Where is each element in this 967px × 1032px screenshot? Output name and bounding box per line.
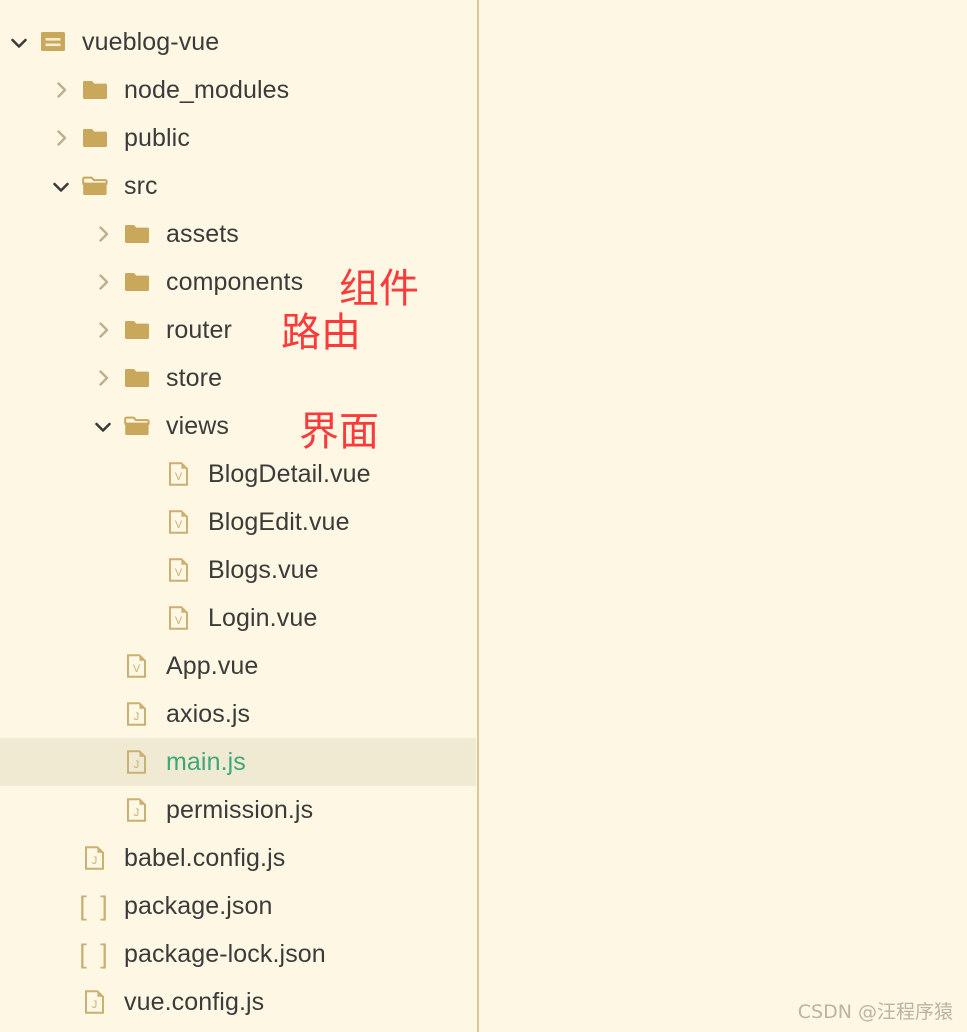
svg-text:J: J (92, 855, 98, 867)
tree-row-label: components (166, 268, 304, 296)
annotation-label: 路由 (281, 310, 361, 356)
tree-row[interactable]: node_modules (0, 66, 476, 114)
tree-row[interactable]: Jbabel.config.js (0, 834, 476, 882)
folder-closed-icon (120, 365, 154, 391)
svg-text:J: J (92, 999, 98, 1011)
tree-row-label: vueblog-vue (82, 28, 220, 56)
tree-row-label: package-lock.json (124, 940, 326, 968)
tree-row[interactable]: router (0, 306, 476, 354)
tree-row[interactable]: vueblog-vue (0, 18, 476, 66)
svg-text:V: V (133, 663, 141, 675)
tree-row[interactable]: Jvue.config.js (0, 978, 476, 1026)
tree-row-label: Blogs.vue (208, 556, 319, 584)
chevron-right-icon[interactable] (90, 365, 116, 391)
pane-divider[interactable] (477, 0, 479, 1032)
tree-row-label: Login.vue (208, 604, 318, 632)
folder-closed-icon (120, 317, 154, 343)
chevron-right-icon[interactable] (90, 221, 116, 247)
tree-row[interactable]: V BlogEdit.vue (0, 498, 476, 546)
tree-row-label: router (166, 316, 232, 344)
svg-text:V: V (175, 615, 183, 627)
json-file-icon: [ ] (79, 890, 111, 921)
tree-row-label: node_modules (124, 76, 290, 104)
tree-row[interactable]: V App.vue (0, 642, 476, 690)
folder-closed-icon (78, 77, 112, 103)
tree-row[interactable]: src (0, 162, 476, 210)
tree-row[interactable]: V Login.vue (0, 594, 476, 642)
tree-row[interactable]: store (0, 354, 476, 402)
folder-closed-icon (120, 269, 154, 295)
tree-row-label: axios.js (166, 700, 251, 728)
tree-row-label: views (166, 412, 230, 440)
annotation-label: 组件 (339, 266, 419, 312)
js-file-icon: J (120, 749, 154, 775)
tree-row[interactable]: public (0, 114, 476, 162)
svg-text:V: V (175, 519, 183, 531)
editor-pane (479, 0, 967, 1032)
tree-row-label: babel.config.js (124, 844, 286, 872)
tree-row-label: public (124, 124, 190, 152)
vue-file-icon: V (120, 653, 154, 679)
file-explorer-window: vueblog-vue node_modulespublic src assets co… (0, 0, 967, 1032)
vue-file-icon: V (162, 509, 196, 535)
tree-row-label: src (124, 172, 158, 200)
project-folder-icon (36, 29, 70, 55)
tree-row[interactable]: Jpermission.js (0, 786, 476, 834)
vue-file-icon: V (162, 605, 196, 631)
js-file-icon: J (120, 797, 154, 823)
chevron-right-icon[interactable] (90, 317, 116, 343)
csdn-watermark: CSDN @汪程序猿 (797, 1001, 953, 1023)
tree-row-label: assets (166, 220, 239, 248)
tree-row[interactable]: V BlogDetail.vue (0, 450, 476, 498)
tree-row[interactable]: views (0, 402, 476, 450)
folder-closed-icon (78, 125, 112, 151)
json-file-icon: [ ] (79, 938, 111, 969)
svg-text:J: J (134, 807, 140, 819)
chevron-down-icon[interactable] (48, 173, 74, 199)
chevron-right-icon[interactable] (90, 269, 116, 295)
svg-text:V: V (175, 471, 183, 483)
chevron-down-icon[interactable] (90, 413, 116, 439)
tree-row-label: store (166, 364, 223, 392)
chevron-right-icon[interactable] (48, 125, 74, 151)
chevron-down-icon[interactable] (6, 29, 32, 55)
tree-row-label: App.vue (166, 652, 259, 680)
folder-open-icon (120, 413, 154, 439)
folder-closed-icon (120, 221, 154, 247)
svg-text:J: J (134, 759, 140, 771)
tree-row[interactable]: assets (0, 210, 476, 258)
svg-text:V: V (175, 567, 183, 579)
project-tree-pane: vueblog-vue node_modulespublic src assets co… (0, 0, 477, 1032)
tree-row[interactable]: V Blogs.vue (0, 546, 476, 594)
tree-row[interactable]: Jaxios.js (0, 690, 476, 738)
tree-row[interactable]: [ ] package-lock.json (0, 930, 476, 978)
chevron-right-icon[interactable] (48, 77, 74, 103)
svg-text:J: J (134, 711, 140, 723)
tree-row-label: package.json (124, 892, 273, 920)
js-file-icon: J (78, 989, 112, 1015)
js-file-icon: J (120, 701, 154, 727)
tree-row-label: permission.js (166, 796, 314, 824)
tree-row-label: BlogDetail.vue (208, 460, 371, 488)
tree-row[interactable]: Jmain.js (0, 738, 476, 786)
tree-row-label: vue.config.js (124, 988, 265, 1016)
tree-row-label: BlogEdit.vue (208, 508, 350, 536)
tree-row-label: main.js (166, 748, 246, 776)
js-file-icon: J (78, 845, 112, 871)
folder-open-icon (78, 173, 112, 199)
annotation-label: 界面 (299, 409, 379, 455)
vue-file-icon: V (162, 461, 196, 487)
vue-file-icon: V (162, 557, 196, 583)
tree-row[interactable]: [ ] package.json (0, 882, 476, 930)
